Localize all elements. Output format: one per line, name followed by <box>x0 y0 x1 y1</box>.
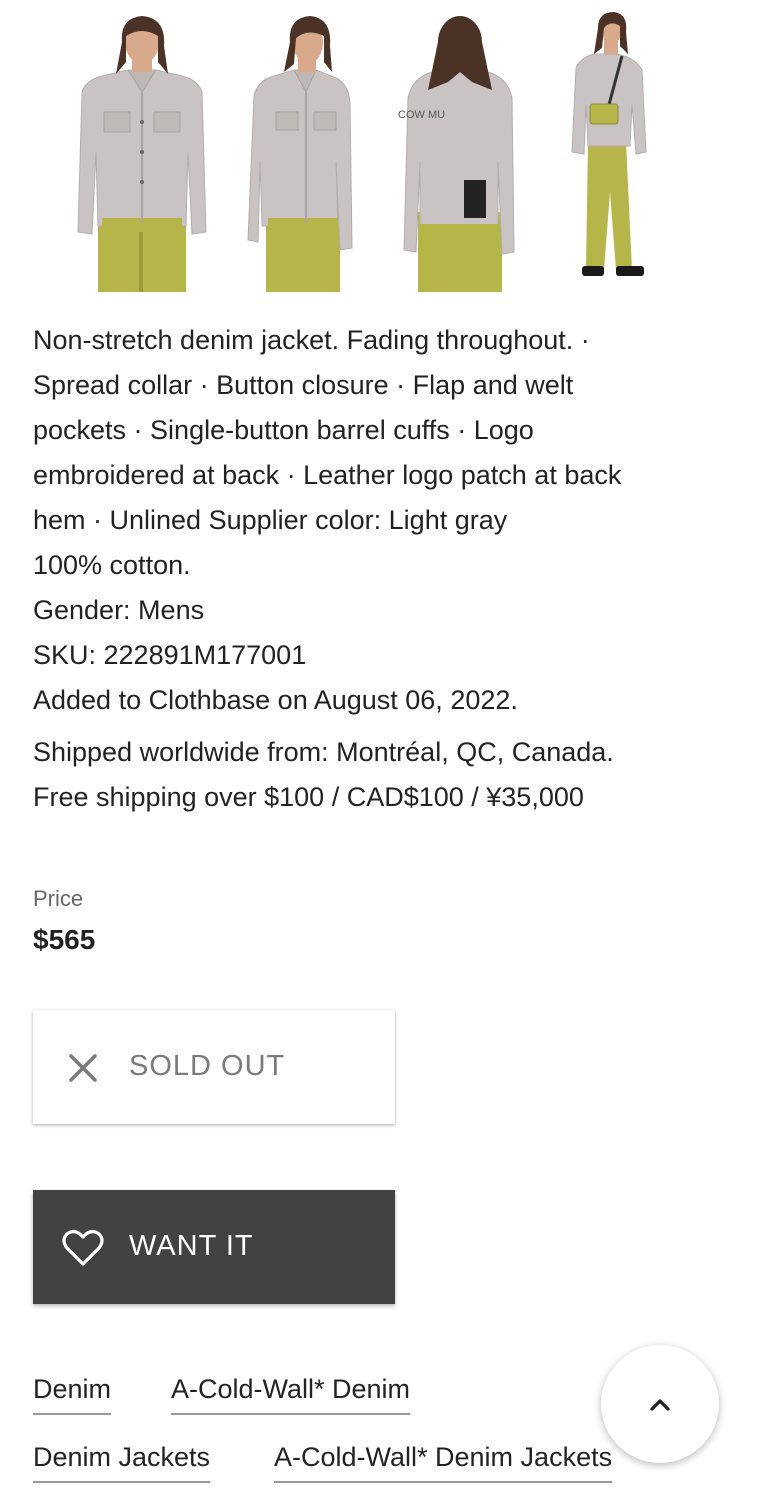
price-value: $565 <box>33 924 96 955</box>
gender-line: Gender: Mens <box>33 595 205 625</box>
heart-icon <box>62 1230 104 1266</box>
description-line: Spread collar · Button closure · Flap an… <box>33 370 574 400</box>
description-line: pockets · Single-button barrel cuffs · L… <box>33 415 534 445</box>
scroll-to-top-button[interactable] <box>601 1345 719 1463</box>
chevron-up-icon <box>650 1399 670 1411</box>
sku-line: SKU: 222891M177001 <box>33 640 307 670</box>
shipping-free-threshold: Free shipping over $100 / CAD$100 / ¥35,… <box>33 782 584 812</box>
shipping-origin: Shipped worldwide from: Montréal, QC, Ca… <box>33 737 614 767</box>
description-line: Non-stretch denim jacket. Fading through… <box>33 325 590 355</box>
gallery-thumb-back[interactable]: COW MU <box>398 12 522 292</box>
tag-denim-jackets[interactable]: Denim Jackets <box>33 1442 211 1483</box>
product-description: Non-stretch denim jacket. Fading through… <box>33 318 713 723</box>
description-line: hem · Unlined Supplier color: Light gray <box>33 505 508 535</box>
gallery-thumb-front[interactable] <box>72 12 212 292</box>
want-it-label: WANT IT <box>129 1230 254 1262</box>
tag-denim[interactable]: Denim <box>33 1374 112 1415</box>
close-icon <box>69 1054 97 1082</box>
tag-brand-denim-jackets[interactable]: A-Cold-Wall* Denim Jackets <box>274 1442 613 1483</box>
added-date-line: Added to Clothbase on August 06, 2022. <box>33 685 518 715</box>
price-label: Price <box>33 886 84 911</box>
description-line: embroidered at back · Leather logo patch… <box>33 460 622 490</box>
want-it-button[interactable]: WANT IT <box>33 1190 395 1304</box>
material-line: 100% cotton. <box>33 550 191 580</box>
shipping-info: Shipped worldwide from: Montréal, QC, Ca… <box>33 730 733 820</box>
tag-brand-denim[interactable]: A-Cold-Wall* Denim <box>171 1374 411 1415</box>
product-gallery: COW MU <box>0 0 770 300</box>
sold-out-button[interactable]: SOLD OUT <box>33 1010 395 1124</box>
sold-out-label: SOLD OUT <box>129 1050 286 1082</box>
gallery-thumb-full[interactable] <box>566 12 666 292</box>
gallery-thumb-side[interactable] <box>240 12 360 292</box>
back-logo-text: COW MU <box>398 109 445 121</box>
